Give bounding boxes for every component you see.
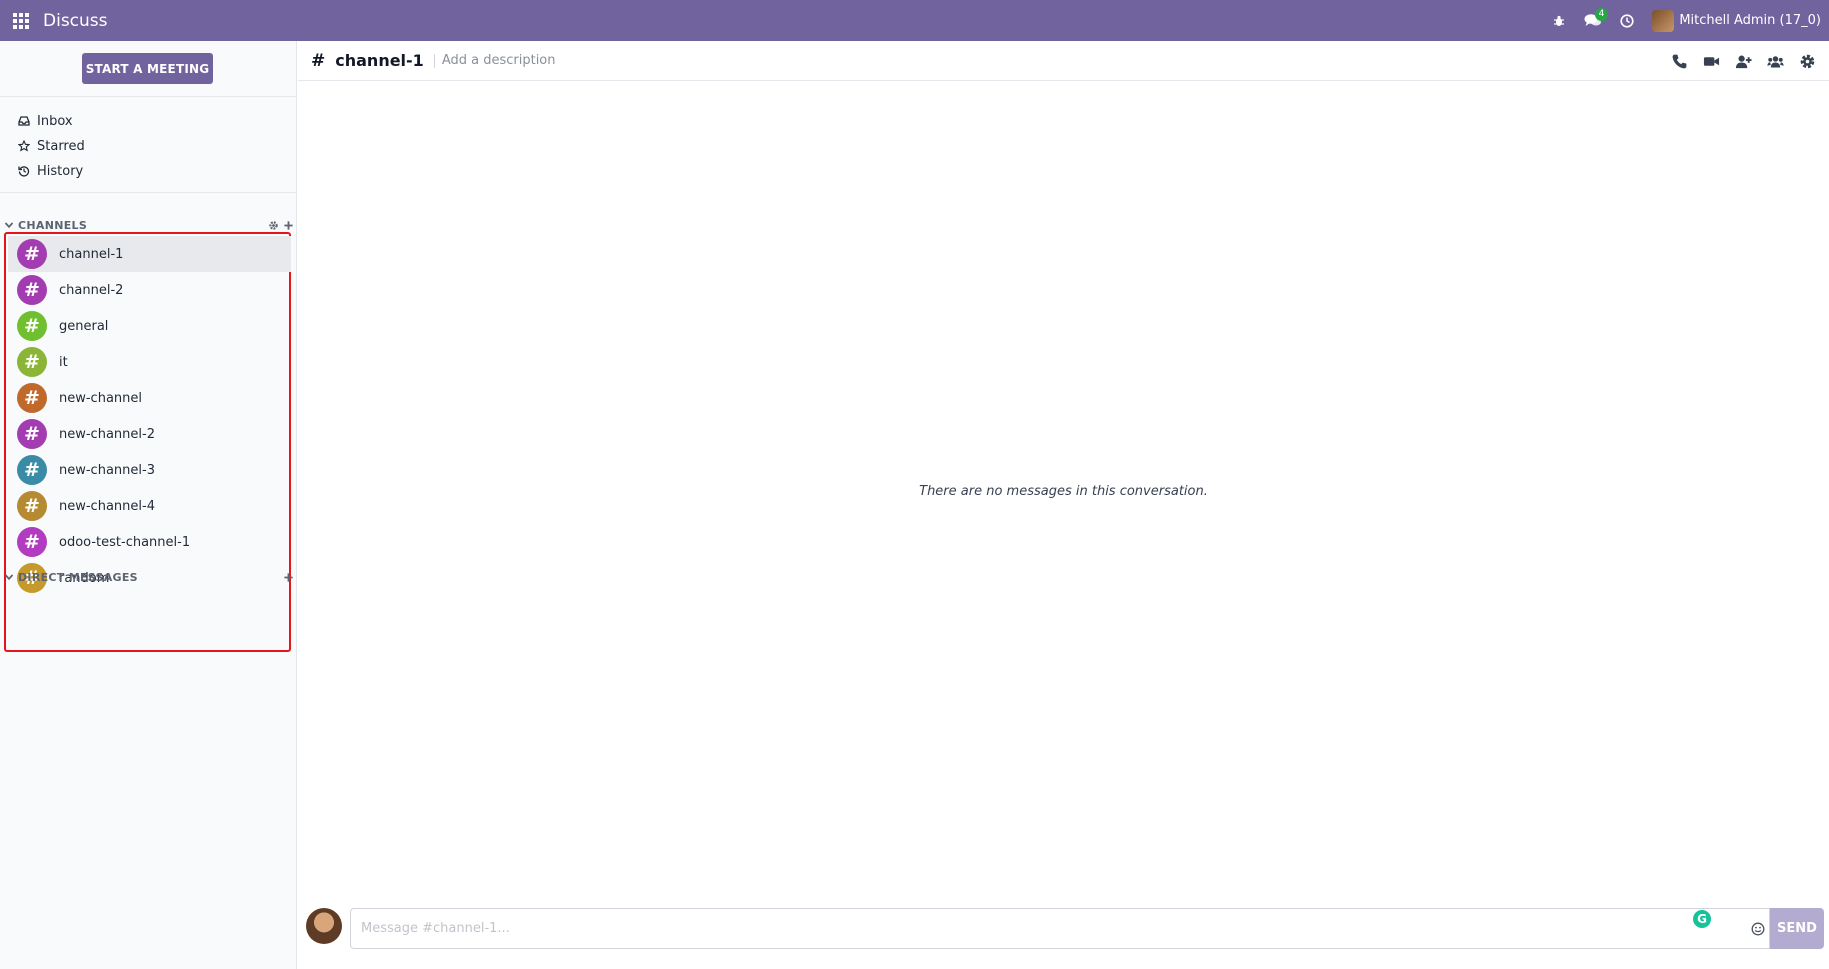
- inbox-icon: [18, 116, 30, 126]
- empty-conversation-message: There are no messages in this conversati…: [919, 484, 1208, 499]
- start-meeting-button[interactable]: START A MEETING: [82, 53, 213, 84]
- video-camera-icon: [1703, 56, 1719, 66]
- mailbox-label: Inbox: [37, 113, 73, 129]
- channel-hash-avatar-icon: #: [17, 527, 47, 557]
- sidebar-divider: [0, 96, 297, 97]
- channel-name: new-channel: [59, 390, 143, 406]
- channel-name: new-channel-3: [59, 462, 155, 478]
- debug-bug-icon[interactable]: [1542, 0, 1576, 41]
- sidebar-divider: [0, 192, 297, 193]
- channel-hash-avatar-icon: #: [17, 239, 47, 269]
- user-menu[interactable]: Mitchell Admin (17_0): [1652, 9, 1821, 32]
- channel-hash-avatar-icon: #: [17, 275, 47, 305]
- channel-hash-avatar-icon: #: [17, 491, 47, 521]
- channel-item[interactable]: # channel-1: [8, 236, 291, 272]
- app-name[interactable]: Discuss: [43, 11, 108, 31]
- channel-name: new-channel-4: [59, 498, 155, 514]
- channels-header-label: CHANNELS: [18, 218, 88, 232]
- mailbox-starred[interactable]: Starred: [18, 135, 85, 157]
- top-navbar: Discuss 4 Mitchell Admin (17_0): [0, 0, 1829, 41]
- channel-item[interactable]: # odoo-test-channel-1: [8, 524, 291, 560]
- channels-category-header[interactable]: CHANNELS: [4, 217, 294, 233]
- messages-count-badge: 4: [1594, 8, 1609, 21]
- video-call-button[interactable]: [1695, 41, 1727, 81]
- phone-icon: [1672, 54, 1686, 68]
- add-users-button[interactable]: [1727, 41, 1759, 81]
- channel-item[interactable]: # it: [8, 344, 291, 380]
- call-button[interactable]: [1663, 41, 1695, 81]
- mailbox-inbox[interactable]: Inbox: [18, 110, 73, 132]
- mailbox-label: Starred: [37, 138, 85, 154]
- apps-menu-icon[interactable]: [0, 0, 42, 41]
- send-button[interactable]: SEND: [1770, 908, 1824, 949]
- channel-item[interactable]: # new-channel-4: [8, 488, 291, 524]
- channel-item[interactable]: # general: [8, 308, 291, 344]
- channel-item[interactable]: # channel-2: [8, 272, 291, 308]
- current-user-avatar: [306, 908, 342, 944]
- user-name: Mitchell Admin (17_0): [1679, 13, 1821, 28]
- channel-name: new-channel-2: [59, 426, 155, 442]
- composer-box: G: [350, 908, 1799, 949]
- message-composer: G SEND: [298, 901, 1829, 961]
- thread-name[interactable]: channel-1: [335, 51, 424, 70]
- channel-name: general: [59, 318, 109, 334]
- message-input[interactable]: [361, 909, 1641, 948]
- channel-settings-button[interactable]: [1791, 41, 1823, 81]
- channel-name: odoo-test-channel-1: [59, 534, 191, 550]
- users-icon: [1766, 55, 1784, 67]
- channel-name: channel-2: [59, 282, 124, 298]
- grammarly-icon[interactable]: G: [1693, 910, 1711, 928]
- thread-header: # channel-1 Add a description: [298, 41, 1829, 81]
- star-icon: [18, 140, 30, 152]
- channel-hash-avatar-icon: #: [17, 455, 47, 485]
- channel-name: it: [59, 354, 68, 370]
- messaging-menu-icon[interactable]: 4: [1576, 0, 1610, 41]
- start-conversation-plus-icon[interactable]: [283, 572, 294, 583]
- activity-clock-icon[interactable]: [1610, 0, 1644, 41]
- direct-messages-category-header[interactable]: DIRECT MESSAGES: [4, 569, 294, 585]
- channel-hash-avatar-icon: #: [17, 347, 47, 377]
- channel-name: channel-1: [59, 246, 124, 262]
- emoji-button[interactable]: [1748, 919, 1768, 939]
- mailbox-history[interactable]: History: [18, 160, 83, 182]
- channel-settings-gear-icon[interactable]: [268, 220, 279, 231]
- channel-hash-avatar-icon: #: [17, 383, 47, 413]
- mailbox-label: History: [37, 163, 84, 179]
- smiley-icon: [1751, 922, 1765, 936]
- channel-item[interactable]: # new-channel-3: [8, 452, 291, 488]
- channel-hash-avatar-icon: #: [17, 419, 47, 449]
- history-icon: [18, 166, 30, 177]
- thread-description-field[interactable]: Add a description: [442, 53, 556, 68]
- channel-list: # channel-1 # channel-2 # general # it # new-chan…: [4, 232, 291, 652]
- channel-item[interactable]: # new-channel-2: [8, 416, 291, 452]
- channel-hash-avatar-icon: #: [17, 311, 47, 341]
- thread-view: # channel-1 Add a description There are …: [298, 41, 1829, 969]
- add-channel-plus-icon[interactable]: [283, 220, 294, 231]
- chevron-down-icon[interactable]: [4, 220, 14, 230]
- member-list-button[interactable]: [1759, 41, 1791, 81]
- add-user-icon: [1735, 55, 1752, 68]
- description-divider: [433, 53, 435, 68]
- user-avatar: [1652, 9, 1675, 32]
- channel-item[interactable]: # new-channel: [8, 380, 291, 416]
- channel-hash-icon: #: [311, 50, 326, 71]
- direct-messages-header-label: DIRECT MESSAGES: [18, 570, 138, 584]
- chevron-down-icon[interactable]: [4, 572, 14, 582]
- discuss-sidebar: START A MEETING Inbox Starred History CH…: [0, 41, 297, 969]
- gear-icon: [1800, 54, 1814, 68]
